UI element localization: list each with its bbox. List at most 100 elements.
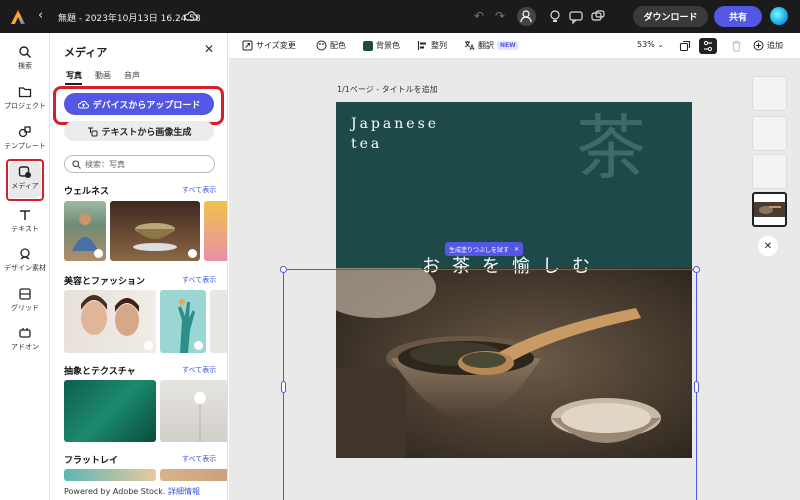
resize-handle[interactable] [280,266,287,273]
add-circle-icon [753,40,764,51]
undo-icon[interactable]: ↶ [474,9,484,23]
close-icon[interactable]: ✕ [514,246,519,253]
lightbulb-icon[interactable] [547,9,563,25]
document-title[interactable]: 無題 - 2023年10月13日 16.24.58 [58,11,201,24]
rail-label: メディア [11,182,39,190]
rail-item-grid[interactable]: グリッド [0,284,50,322]
tab-audio[interactable]: 音声 [124,70,140,81]
search-input[interactable] [85,159,205,169]
powered-by-footer: Powered by Adobe Stock. 詳細情報 [64,486,200,497]
stock-photo-thumbnail[interactable] [204,201,227,261]
see-all-link[interactable]: すべて表示 [182,275,216,285]
page-thumbnail-active[interactable] [752,192,787,227]
rail-item-templates[interactable]: テンプレート [0,122,50,160]
section-title-beauty-fashion: 美容とファッション [64,277,146,287]
rail-label: デザイン素材 [4,264,46,272]
align-label: 整列 [431,41,447,50]
stock-photo-thumbnail[interactable] [160,380,227,442]
new-badge: NEW [497,41,519,50]
chat-icon[interactable] [590,9,606,25]
download-button[interactable]: ダウンロード [633,6,708,27]
resize-handle[interactable] [281,381,286,393]
rail-item-search[interactable]: 検索 [0,42,50,80]
template-icon [18,126,31,138]
text-to-image-label: テキストから画像生成 [101,127,192,138]
close-icon[interactable]: ✕ [204,42,214,56]
text-to-image-button[interactable]: テキストから画像生成 [64,121,214,141]
balloon-figure [194,392,206,442]
section-title-wellness: ウェルネス [64,187,110,197]
see-all-link[interactable]: すべて表示 [182,454,216,464]
back-icon[interactable]: ‹ [38,8,43,23]
powered-by-text: Powered by Adobe Stock. [64,487,166,496]
design-big-character[interactable]: 茶 [576,108,646,188]
background-color-button[interactable]: 背景色 [363,40,400,51]
active-tab-indicator [65,83,82,85]
layers-button[interactable] [679,40,691,52]
tab-videos[interactable]: 動画 [95,70,111,81]
color-label: 配色 [330,41,346,50]
upload-from-device-button[interactable]: デバイスからアップロード [64,93,214,115]
text-icon [20,210,30,220]
background-color-label: 背景色 [376,41,400,50]
resize-handle[interactable] [694,381,699,393]
page-thumbnail-preview [754,202,785,217]
premium-badge-icon [144,341,153,350]
selection-box [283,269,697,500]
stock-photo-thumbnail[interactable] [210,290,227,353]
properties-toggle-button[interactable] [699,38,717,54]
text-to-image-icon [87,126,98,136]
stock-photo-thumbnail[interactable] [160,469,227,481]
adobe-express-logo-icon[interactable] [10,9,26,25]
resize-label: サイズ変更 [256,41,296,50]
page-thumbnail[interactable] [752,154,787,189]
rail-label: プロジェクト [4,102,46,110]
resize-button[interactable]: サイズ変更 [242,40,296,51]
avatar[interactable] [770,7,788,25]
page-thumbnail[interactable] [752,116,787,151]
context-toolbar: サイズ変更 配色 背景色 整列 翻訳 NEW 53% ⌄ 追加 [229,33,800,59]
color-scheme-button[interactable]: 配色 [316,40,346,51]
stock-photo-thumbnail[interactable] [160,290,206,353]
stock-photo-thumbnail[interactable] [64,290,156,353]
rail-item-media[interactable]: メディア [0,159,50,201]
panel-title: メディア [64,46,108,59]
search-field[interactable] [64,155,215,173]
learn-more-link[interactable]: 詳細情報 [168,487,200,496]
align-button[interactable]: 整列 [417,40,447,51]
folder-icon [18,87,32,98]
section-title-flat-lay: フラットレイ [64,456,119,466]
redo-icon[interactable]: ↷ [495,9,505,23]
tab-photos[interactable]: 写真 [66,70,82,81]
rail-item-design-assets[interactable]: デザイン素材 [0,244,50,282]
stock-photo-thumbnail[interactable] [64,380,156,442]
trash-icon[interactable] [731,40,742,52]
invite-user-icon[interactable] [517,7,536,26]
resize-handle[interactable] [693,266,700,273]
close-icon[interactable]: ✕ [758,236,778,256]
stock-photo-thumbnail[interactable] [64,201,106,261]
design-title-text[interactable]: Japanese tea [351,114,439,154]
premium-badge-icon [94,249,103,258]
see-all-link[interactable]: すべて表示 [182,185,216,195]
see-all-link[interactable]: すべて表示 [182,365,216,375]
resize-icon [242,40,253,51]
generative-fill-hint[interactable]: 生成塗りつぶしを試す ✕ [445,242,524,256]
zoom-dropdown[interactable]: 53% ⌄ [637,40,664,49]
page-title[interactable]: 1/1ページ - タイトルを追加 [337,84,438,95]
rail-item-text[interactable]: テキスト [0,205,50,243]
page-thumbnail[interactable] [752,76,787,111]
stock-photo-thumbnail[interactable] [64,469,156,481]
rail-item-addons[interactable]: アドオン [0,323,50,361]
share-button[interactable]: 共有 [714,6,762,27]
add-page-button[interactable]: 追加 [753,40,783,51]
translate-button[interactable]: 翻訳 NEW [464,40,519,51]
section-title-abstract-texture: 抽象とテクスチャ [64,367,136,377]
left-rail: 検索 プロジェクト テンプレート メディア テキスト デザイン素材 グリッド ア… [0,33,50,500]
sliders-icon [703,40,713,52]
stock-photo-thumbnail[interactable] [110,201,200,261]
addon-icon [19,328,31,338]
rail-label: グリッド [11,304,39,312]
rail-item-projects[interactable]: プロジェクト [0,82,50,120]
comment-icon[interactable] [568,9,584,25]
